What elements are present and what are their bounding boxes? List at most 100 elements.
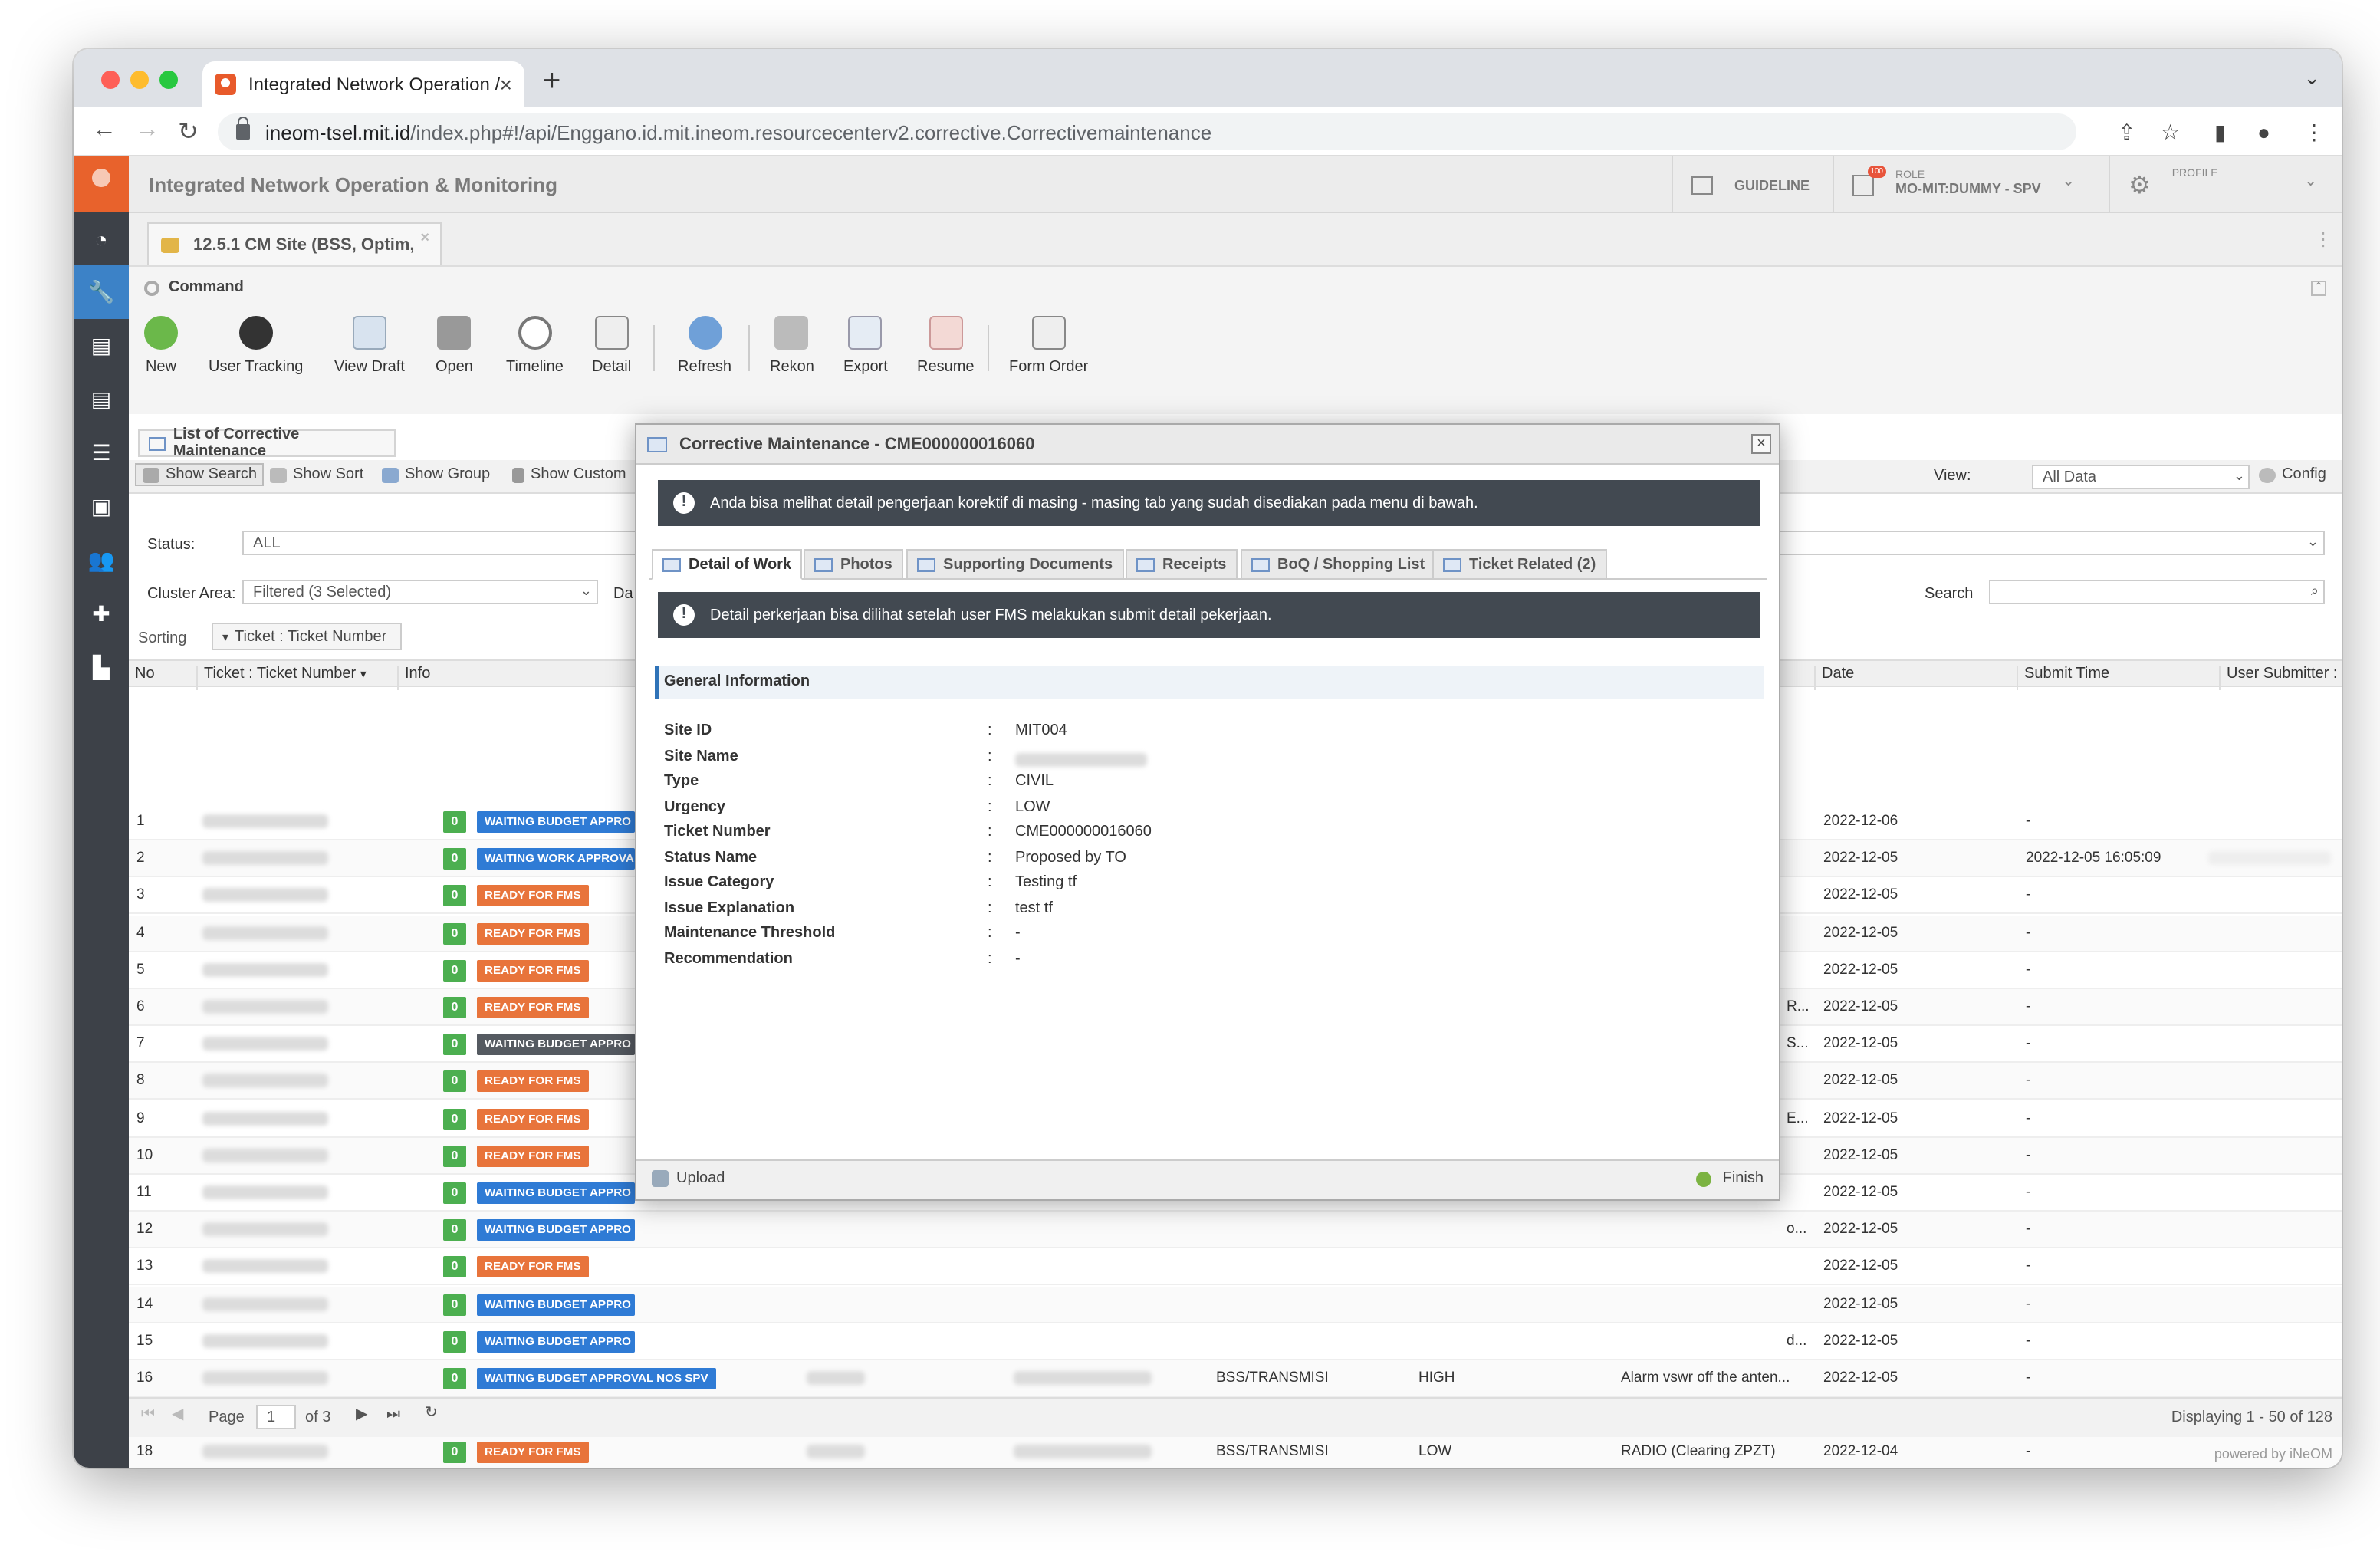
show-group-button[interactable]: Show Group [382,466,490,483]
dashboard-icon[interactable]: ◔ [74,212,129,265]
more-vertical-icon[interactable]: ⋮ [2314,229,2332,250]
col-info[interactable]: Info [397,666,430,690]
sort-chip[interactable]: ▾ Ticket : Ticket Number [212,623,402,650]
dialog-footer: Upload Finish [636,1159,1779,1199]
close-tab-icon[interactable]: × [500,72,512,97]
reload-icon[interactable]: ↻ [178,117,199,147]
show-search-button[interactable]: Show Search [135,463,265,486]
upload-icon [652,1170,669,1187]
url-input[interactable]: ineom-tsel.mit.id/index.php#!/api/Enggan… [218,113,2076,150]
collapse-panel-icon[interactable]: ⌃ [2311,281,2326,296]
row-issue: RADIO (Clearing ZPZT) [1621,1443,1776,1461]
table-row[interactable]: 13 0 READY FOR FMS 2022-12-05 - [129,1249,2342,1286]
app-header: Integrated Network Operation & Monitorin… [129,156,2342,213]
first-page-icon[interactable]: ⏮ [141,1406,155,1423]
upload-button[interactable]: Upload [652,1170,725,1187]
rekon-button[interactable]: Rekon [770,316,814,376]
last-page-icon[interactable]: ⏭ [386,1406,400,1423]
minimize-window-icon[interactable] [130,71,149,89]
guideline-button[interactable]: GUIDELINE [1672,156,1833,213]
tab-list-chevron-icon[interactable]: ⌄ [2303,66,2320,90]
browser-tab[interactable]: Integrated Network Operation / × [202,61,524,107]
detail-button[interactable]: Detail [592,316,631,376]
close-window-icon[interactable] [101,71,120,89]
maximize-window-icon[interactable] [159,71,178,89]
table-row[interactable]: 18 0 READY FOR FMS BSS/TRANSMISI LOW RADIO (C… [129,1434,2342,1468]
resume-button[interactable]: Resume [917,316,975,376]
col-no[interactable]: No [129,666,155,690]
site-name-redacted [1014,1371,1152,1385]
table-row[interactable]: 14 0 WAITING BUDGET APPRO 2022-12-05 - [129,1286,2342,1323]
info-value: - [1015,950,1021,967]
new-tab-icon[interactable]: + [543,64,560,100]
wrench-icon[interactable]: 🔧 [74,265,129,319]
forward-arrow-icon[interactable]: → [135,117,159,144]
share-icon[interactable]: ⇪ [2118,120,2135,146]
prev-page-icon[interactable]: ◀ [172,1406,183,1423]
pager-refresh-icon[interactable]: ↻ [425,1405,438,1422]
role-selector[interactable]: 100 ROLE MO-MIT:DUMMY - SPV ⌄ [1833,156,2109,213]
command-title: Command [169,279,244,296]
book-icon[interactable]: ▙ [74,641,129,695]
open-button[interactable]: Open [436,316,473,376]
users-icon[interactable]: 👥 [74,534,129,587]
search-magnifier-icon[interactable]: ⌕ [2311,583,2319,600]
clipboard-icon[interactable]: ▤ [74,319,129,373]
user-submitter-redacted [2208,851,2331,866]
dialog-close-button[interactable]: × [1751,434,1771,454]
col-ticket[interactable]: Ticket : Ticket Number ▾ [196,666,367,690]
col-date[interactable]: Date [1814,666,1854,690]
profile-menu[interactable]: ⚙ PROFILE ⌄ [2109,156,2339,213]
bookmark-star-icon[interactable]: ☆ [2161,120,2180,146]
row-no: 1 [136,813,145,830]
page-input[interactable]: 1 [256,1405,296,1429]
col-submit-time[interactable]: Submit Time [2017,666,2109,690]
close-page-tab-icon[interactable]: × [420,230,429,247]
show-sort-button[interactable]: Show Sort [270,466,363,483]
ticket-number-redacted [202,1148,328,1162]
user-tracking-button[interactable]: User Tracking [209,316,303,376]
tab-ticket-related[interactable]: Ticket Related (2) [1432,549,1607,580]
refresh-button[interactable]: Refresh [678,316,731,376]
pdf-icon [929,316,963,350]
table-row[interactable]: 15 0 WAITING BUDGET APPRO d... 2022-12-05 - [129,1323,2342,1360]
settings-gear-icon[interactable]: ⚙ [2129,169,2151,200]
server-icon[interactable]: ☰ [74,426,129,480]
tab-list-corrective[interactable]: List of Corrective Maintenance [138,426,396,460]
tab-supporting-documents[interactable]: Supporting Documents [906,549,1124,580]
browser-menu-icon[interactable]: ⋮ [2303,120,2325,146]
view-draft-button[interactable]: View Draft [334,316,405,376]
view-select[interactable]: All Data ⌄ [2032,465,2250,489]
export-button[interactable]: Export [843,316,888,376]
tab-receipts[interactable]: Receipts [1126,549,1238,580]
next-page-icon[interactable]: ▶ [356,1406,367,1423]
search-input[interactable]: ⌕ [1989,580,2325,604]
row-submit-time: - [2026,1184,2031,1201]
tab-photos[interactable]: Photos [804,549,903,580]
clipboard-list-icon[interactable]: ▤ [74,373,129,426]
tab-cm-site[interactable]: 12.5.1 CM Site (BSS, Optim, × [147,222,442,265]
config-button[interactable]: Config [2259,466,2326,483]
info-key: Issue Explanation [664,899,795,916]
timeline-button[interactable]: Timeline [506,316,564,376]
tab-supporting-documents-label: Supporting Documents [943,556,1113,573]
status-chevron-down-icon: ⌄ [2306,534,2319,549]
profile-avatar-icon[interactable]: ● [2257,120,2270,144]
back-arrow-icon[interactable]: ← [92,117,117,144]
finish-button[interactable]: Finish [1696,1170,1764,1187]
archive-icon[interactable]: ▣ [74,480,129,534]
side-panel-icon[interactable]: ▮ [2214,120,2226,146]
show-custom-button[interactable]: Show Custom [512,466,626,483]
table-row[interactable]: 16 0 WAITING BUDGET APPROVAL NOS SPV BSS/TR… [129,1360,2342,1397]
status-label: Status: [147,537,196,554]
cluster-area-select[interactable]: Filtered (3 Selected) ⌄ [242,580,598,604]
row-date: 2022-12-05 [1823,886,1898,904]
tab-detail-of-work[interactable]: Detail of Work [652,549,803,580]
table-row[interactable]: 12 0 WAITING BUDGET APPRO o... 2022-12-05 - [129,1212,2342,1249]
tab-boq-shopping-list[interactable]: BoQ / Shopping List [1241,549,1436,580]
status-badge: READY FOR FMS [477,1442,589,1464]
new-button[interactable]: New [144,316,178,376]
col-user-submitter[interactable]: User Submitter : [2219,666,2338,690]
puzzle-icon[interactable]: ✚ [74,587,129,641]
form-order-button[interactable]: Form Order [1009,316,1088,376]
